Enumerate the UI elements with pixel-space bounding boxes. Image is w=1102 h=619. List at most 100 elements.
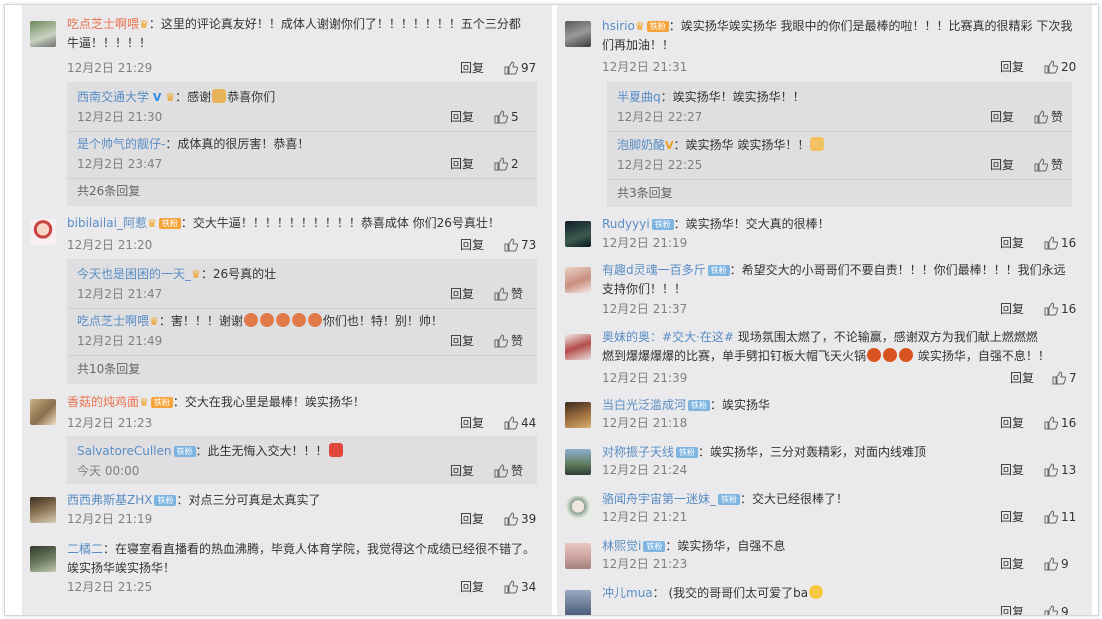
like-button[interactable]: 赞 xyxy=(494,286,523,303)
like-button[interactable]: 5 xyxy=(494,109,519,126)
username-link[interactable]: 是个帅气的靓仔- xyxy=(77,137,165,151)
reply-button[interactable]: 回复 xyxy=(1010,370,1034,387)
username-link[interactable]: 奥妹的奥 xyxy=(602,330,650,344)
like-button[interactable]: 9 xyxy=(1044,556,1069,573)
username-link[interactable]: 林熙觉i xyxy=(602,539,641,553)
reply-button[interactable]: 回复 xyxy=(460,60,484,77)
reply-button[interactable]: 回复 xyxy=(1000,509,1024,526)
reply-button[interactable]: 回复 xyxy=(450,156,474,173)
avatar[interactable] xyxy=(30,21,56,47)
reply-button[interactable]: 回复 xyxy=(990,109,1014,126)
username-link[interactable]: 香菇的炖鸡面 xyxy=(67,395,139,409)
more-replies-link[interactable]: 共3条回复 xyxy=(617,185,673,202)
username-link[interactable]: 有趣d灵魂一百多斤 xyxy=(602,263,706,277)
reply-text: SalvatoreCullen 铁粉 ：此生无悔入交大！！！ xyxy=(77,442,344,461)
avatar[interactable] xyxy=(30,399,56,425)
reply-button[interactable]: 回复 xyxy=(450,286,474,303)
username-link[interactable]: 骆闻舟宇宙第一迷妹_ xyxy=(602,492,716,506)
like-button[interactable]: 9 xyxy=(1044,604,1069,615)
username-link[interactable]: hsirio xyxy=(602,19,635,33)
username-link[interactable]: 对称振子天线 xyxy=(602,445,674,459)
reply-button[interactable]: 回复 xyxy=(450,109,474,126)
like-button[interactable]: 16 xyxy=(1044,301,1076,318)
more-replies-link[interactable]: 共26条回复 xyxy=(77,183,140,200)
divider xyxy=(607,131,1072,132)
left-comment-column[interactable]: 吃点芝士啊喂♛：这里的评论真友好！！成体人谢谢你们了！！！！！！！五个三分都 牛… xyxy=(22,5,552,615)
like-button[interactable]: 赞 xyxy=(1034,157,1063,174)
username-link[interactable]: 冲儿mua xyxy=(602,586,653,600)
avatar[interactable] xyxy=(565,402,591,428)
like-button[interactable]: 16 xyxy=(1044,415,1076,432)
reply-button[interactable]: 回复 xyxy=(450,333,474,350)
reply-time: 12月2日 21:30 xyxy=(77,110,163,124)
right-comment-column[interactable]: hsirio♛ 铁粉 ：竢实扬华竢实扬华 我眼中的你们是最棒的啦！！！比赛真的很精彩… xyxy=(557,5,1092,615)
thumb-up-icon xyxy=(1044,510,1059,524)
reply-thread: SalvatoreCullen 铁粉 ：此生无悔入交大！！！ 今天 00:00 回复… xyxy=(67,436,537,484)
basketball-emoji-icon xyxy=(899,348,914,362)
reply-button[interactable]: 回复 xyxy=(460,579,484,596)
comment-text: Rudyyyi 铁粉 ：竢实扬华！交大真的很棒！ xyxy=(602,217,830,231)
username-link[interactable]: 西西弗斯基ZHX xyxy=(67,493,152,507)
username-link[interactable]: bibilailai_阿惹 xyxy=(67,216,147,230)
username-link[interactable]: 吃点芝士啊喂 xyxy=(67,17,139,31)
reply-button[interactable]: 回复 xyxy=(1000,415,1024,432)
like-button[interactable]: 赞 xyxy=(494,333,523,350)
fan-badge: 铁粉 xyxy=(173,446,196,457)
avatar[interactable] xyxy=(565,496,591,522)
like-button[interactable]: 44 xyxy=(504,415,536,432)
reply-button[interactable]: 回复 xyxy=(460,415,484,432)
reply-button[interactable]: 回复 xyxy=(1000,59,1024,76)
like-button[interactable]: 2 xyxy=(494,156,519,173)
like-button[interactable]: 73 xyxy=(504,237,536,254)
avatar[interactable] xyxy=(565,590,591,615)
username-link[interactable]: 吃点芝士啊喂 xyxy=(77,314,149,328)
reply-button[interactable]: 回复 xyxy=(450,463,474,480)
username-link[interactable]: 半夏曲q xyxy=(617,90,661,104)
reply-button[interactable]: 回复 xyxy=(460,511,484,528)
avatar[interactable] xyxy=(565,221,591,247)
username-link[interactable]: Rudyyyi xyxy=(602,217,650,231)
comment-text: 对称振子天线 铁粉 ：竢实扬华，三分对轰精彩，对面内线难顶 xyxy=(602,445,927,459)
avatar[interactable] xyxy=(30,497,56,523)
like-button[interactable]: 7 xyxy=(1052,370,1077,387)
thumb-up-icon xyxy=(494,334,509,348)
reply-button[interactable]: 回复 xyxy=(1000,556,1024,573)
reply-button[interactable]: 回复 xyxy=(990,157,1014,174)
reply-button[interactable]: 回复 xyxy=(1000,462,1024,479)
reply-time: 12月2日 22:25 xyxy=(617,158,703,172)
username-link[interactable]: 二橘二 xyxy=(67,542,103,556)
username-link[interactable]: 今天也是困困的一天_ xyxy=(77,267,191,281)
like-button[interactable]: 20 xyxy=(1044,59,1076,76)
reply-button[interactable]: 回复 xyxy=(1000,301,1024,318)
avatar[interactable] xyxy=(565,267,591,293)
like-button[interactable]: 赞 xyxy=(494,463,523,480)
like-button[interactable]: 97 xyxy=(504,60,536,77)
thumb-up-icon xyxy=(1044,302,1059,316)
username-link[interactable]: 西南交通大学 xyxy=(77,90,149,104)
username-link[interactable]: SalvatoreCullen xyxy=(77,444,172,458)
avatar[interactable] xyxy=(565,334,591,360)
like-button[interactable]: 39 xyxy=(504,511,536,528)
username-link[interactable]: 泡脚奶酪 xyxy=(617,138,665,152)
avatar[interactable] xyxy=(30,219,56,245)
topic-hashtag-link[interactable]: ：#交大·在这# xyxy=(650,330,734,344)
avatar[interactable] xyxy=(565,543,591,569)
like-button[interactable]: 34 xyxy=(504,579,536,596)
more-replies-link[interactable]: 共10条回复 xyxy=(77,361,140,378)
avatar[interactable] xyxy=(565,449,591,475)
reply-button[interactable]: 回复 xyxy=(460,237,484,254)
thumb-up-icon xyxy=(1034,158,1049,172)
like-button[interactable]: 11 xyxy=(1044,509,1076,526)
comment-time: 12月2日 21:24 xyxy=(602,463,688,477)
reply-time: 12月2日 22:27 xyxy=(617,110,703,124)
divider xyxy=(67,308,537,309)
username-link[interactable]: 当白光泛滥成河 xyxy=(602,398,686,412)
avatar[interactable] xyxy=(565,21,591,47)
reply-button[interactable]: 回复 xyxy=(1000,235,1024,252)
like-button[interactable]: 16 xyxy=(1044,235,1076,252)
avatar[interactable] xyxy=(30,546,56,572)
reply-button[interactable]: 回复 xyxy=(1000,604,1024,615)
comment-time: 12月2日 21:19 xyxy=(67,512,153,526)
like-button[interactable]: 赞 xyxy=(1034,109,1063,126)
like-button[interactable]: 13 xyxy=(1044,462,1076,479)
